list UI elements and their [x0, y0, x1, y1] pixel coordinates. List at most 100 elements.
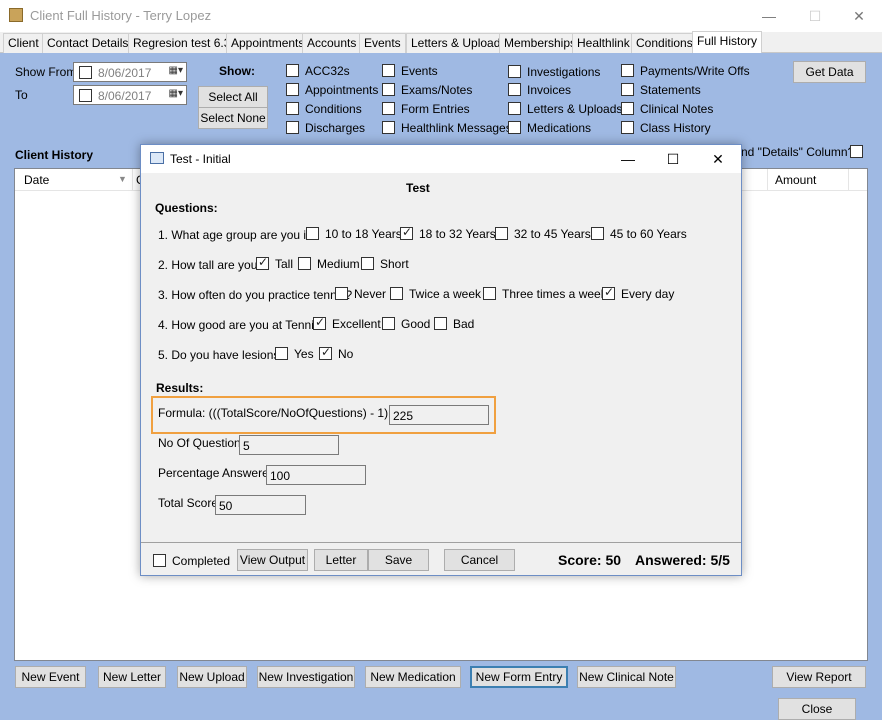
- new-investigation-button[interactable]: New Investigation: [257, 666, 355, 688]
- q4-option-bad-checkbox[interactable]: [434, 317, 447, 330]
- option-letters-uploads-label: Letters & Uploads: [527, 102, 623, 116]
- q3-option-never-checkbox[interactable]: [335, 287, 348, 300]
- dialog-close-icon[interactable]: ✕: [695, 145, 741, 173]
- get-data-button[interactable]: Get Data: [793, 61, 866, 83]
- no-of-questions-label: No Of Questions: [158, 436, 247, 450]
- q1-option-10-18-label: 10 to 18 Years: [325, 227, 402, 241]
- new-upload-button[interactable]: New Upload: [177, 666, 247, 688]
- new-form-entry-button[interactable]: New Form Entry: [470, 666, 568, 688]
- tab-client[interactable]: Client: [3, 33, 44, 53]
- q1-option-32-45-label: 32 to 45 Years: [514, 227, 591, 241]
- minimize-icon[interactable]: —: [746, 0, 792, 32]
- to-date-checkbox[interactable]: [79, 89, 92, 102]
- option-medications-checkbox[interactable]: [508, 121, 521, 134]
- letter-button[interactable]: Letter: [314, 549, 368, 571]
- no-of-questions-field[interactable]: 5: [239, 435, 339, 455]
- q1-option-45-60-checkbox[interactable]: [591, 227, 604, 240]
- q4-option-excellent-label: Excellent: [332, 317, 381, 331]
- maximize-icon[interactable]: ☐: [792, 0, 838, 32]
- option-events-checkbox[interactable]: [382, 64, 395, 77]
- q2-option-medium-checkbox[interactable]: [298, 257, 311, 270]
- tab-accounts[interactable]: Accounts: [302, 33, 362, 53]
- to-date[interactable]: 8/06/2017 ▦▾: [73, 85, 187, 105]
- tab-conditions[interactable]: Conditions: [631, 33, 698, 53]
- question-1-text: 1. What age group are you in?: [158, 228, 320, 242]
- option-statements-checkbox[interactable]: [621, 83, 634, 96]
- calendar-dropdown-icon[interactable]: ▦▾: [169, 65, 183, 76]
- view-report-button[interactable]: View Report: [772, 666, 866, 688]
- new-event-button[interactable]: New Event: [15, 666, 86, 688]
- window-title: Client Full History - Terry Lopez: [30, 8, 212, 23]
- q2-option-tall-checkbox[interactable]: [256, 255, 269, 270]
- view-output-button[interactable]: View Output: [237, 549, 308, 571]
- dialog-maximize-icon[interactable]: ☐: [650, 145, 696, 173]
- formula-value-field[interactable]: 225: [389, 405, 489, 425]
- option-discharges-label: Discharges: [305, 121, 366, 135]
- option-payments-label: Payments/Write Offs: [640, 64, 750, 78]
- option-exams-notes-checkbox[interactable]: [382, 83, 395, 96]
- tab-memberships[interactable]: Memberships: [499, 33, 582, 53]
- option-conditions-checkbox[interactable]: [286, 102, 299, 115]
- total-score-field[interactable]: 50: [215, 495, 306, 515]
- new-letter-button[interactable]: New Letter: [98, 666, 166, 688]
- q2-option-short-label: Short: [380, 257, 409, 271]
- option-class-history-checkbox[interactable]: [621, 121, 634, 134]
- option-discharges-checkbox[interactable]: [286, 121, 299, 134]
- answered-text: Answered: 5/5: [635, 552, 730, 568]
- option-medications-label: Medications: [527, 121, 592, 135]
- column-amount[interactable]: Amount: [775, 173, 816, 187]
- q3-option-twice-checkbox[interactable]: [390, 287, 403, 300]
- option-form-entries-checkbox[interactable]: [382, 102, 395, 115]
- tab-contact-details[interactable]: Contact Details: [42, 33, 134, 53]
- window-titlebar: Client Full History - Terry Lopez — ☐ ✕: [0, 0, 882, 32]
- q5-option-yes-checkbox[interactable]: [275, 347, 288, 360]
- tab-healthlink[interactable]: Healthlink: [572, 33, 635, 53]
- q2-option-short-checkbox[interactable]: [361, 257, 374, 270]
- tab-full-history[interactable]: Full History: [692, 31, 763, 53]
- option-investigations-checkbox[interactable]: [508, 65, 521, 78]
- to-label: To: [15, 88, 28, 102]
- show-from-label: Show From: [15, 65, 77, 79]
- expand-details-label: nd "Details" Column?: [741, 145, 855, 159]
- calendar-dropdown-icon[interactable]: ▦▾: [169, 88, 183, 99]
- dialog-minimize-icon[interactable]: —: [605, 145, 651, 173]
- select-none-button[interactable]: Select None: [198, 107, 268, 129]
- option-payments-checkbox[interactable]: [621, 64, 634, 77]
- q4-option-good-checkbox[interactable]: [382, 317, 395, 330]
- completed-checkbox[interactable]: [153, 554, 166, 567]
- tab-regresion-test[interactable]: Regresion test 6.3: [128, 33, 236, 53]
- new-clinical-note-button[interactable]: New Clinical Note: [577, 666, 676, 688]
- option-clinical-notes-checkbox[interactable]: [621, 102, 634, 115]
- q4-option-excellent-checkbox[interactable]: [313, 315, 326, 330]
- option-appointments-checkbox[interactable]: [286, 83, 299, 96]
- q1-option-32-45-checkbox[interactable]: [495, 227, 508, 240]
- show-from-date[interactable]: 8/06/2017 ▦▾: [73, 62, 187, 82]
- q1-option-10-18-checkbox[interactable]: [306, 227, 319, 240]
- tab-appointments[interactable]: Appointments: [226, 33, 310, 53]
- q3-option-every-day-checkbox[interactable]: [602, 285, 615, 300]
- option-healthlink-messages-checkbox[interactable]: [382, 121, 395, 134]
- cancel-button[interactable]: Cancel: [444, 549, 515, 571]
- option-letters-uploads-checkbox[interactable]: [508, 102, 521, 115]
- percentage-answered-field[interactable]: 100: [266, 465, 366, 485]
- form-icon: [150, 152, 164, 164]
- show-from-checkbox[interactable]: [79, 66, 92, 79]
- select-all-button[interactable]: Select All: [198, 86, 268, 108]
- close-icon[interactable]: ✕: [836, 0, 882, 32]
- close-button[interactable]: Close: [778, 698, 856, 720]
- option-conditions-label: Conditions: [305, 102, 362, 116]
- column-date[interactable]: Date: [24, 173, 49, 187]
- tab-events[interactable]: Events: [359, 33, 406, 53]
- q5-option-no-checkbox[interactable]: [319, 345, 332, 360]
- save-button[interactable]: Save: [368, 549, 429, 571]
- expand-details-checkbox[interactable]: [850, 145, 863, 158]
- option-investigations-label: Investigations: [527, 65, 601, 79]
- new-medication-button[interactable]: New Medication: [365, 666, 461, 688]
- tab-letters-uploads[interactable]: Letters & Uploads: [406, 33, 512, 53]
- option-invoices-checkbox[interactable]: [508, 83, 521, 96]
- q1-option-18-32-checkbox[interactable]: [400, 225, 413, 240]
- status-bar: [0, 697, 882, 720]
- option-events-label: Events: [401, 64, 438, 78]
- q3-option-three-times-checkbox[interactable]: [483, 287, 496, 300]
- option-acc32s-checkbox[interactable]: [286, 64, 299, 77]
